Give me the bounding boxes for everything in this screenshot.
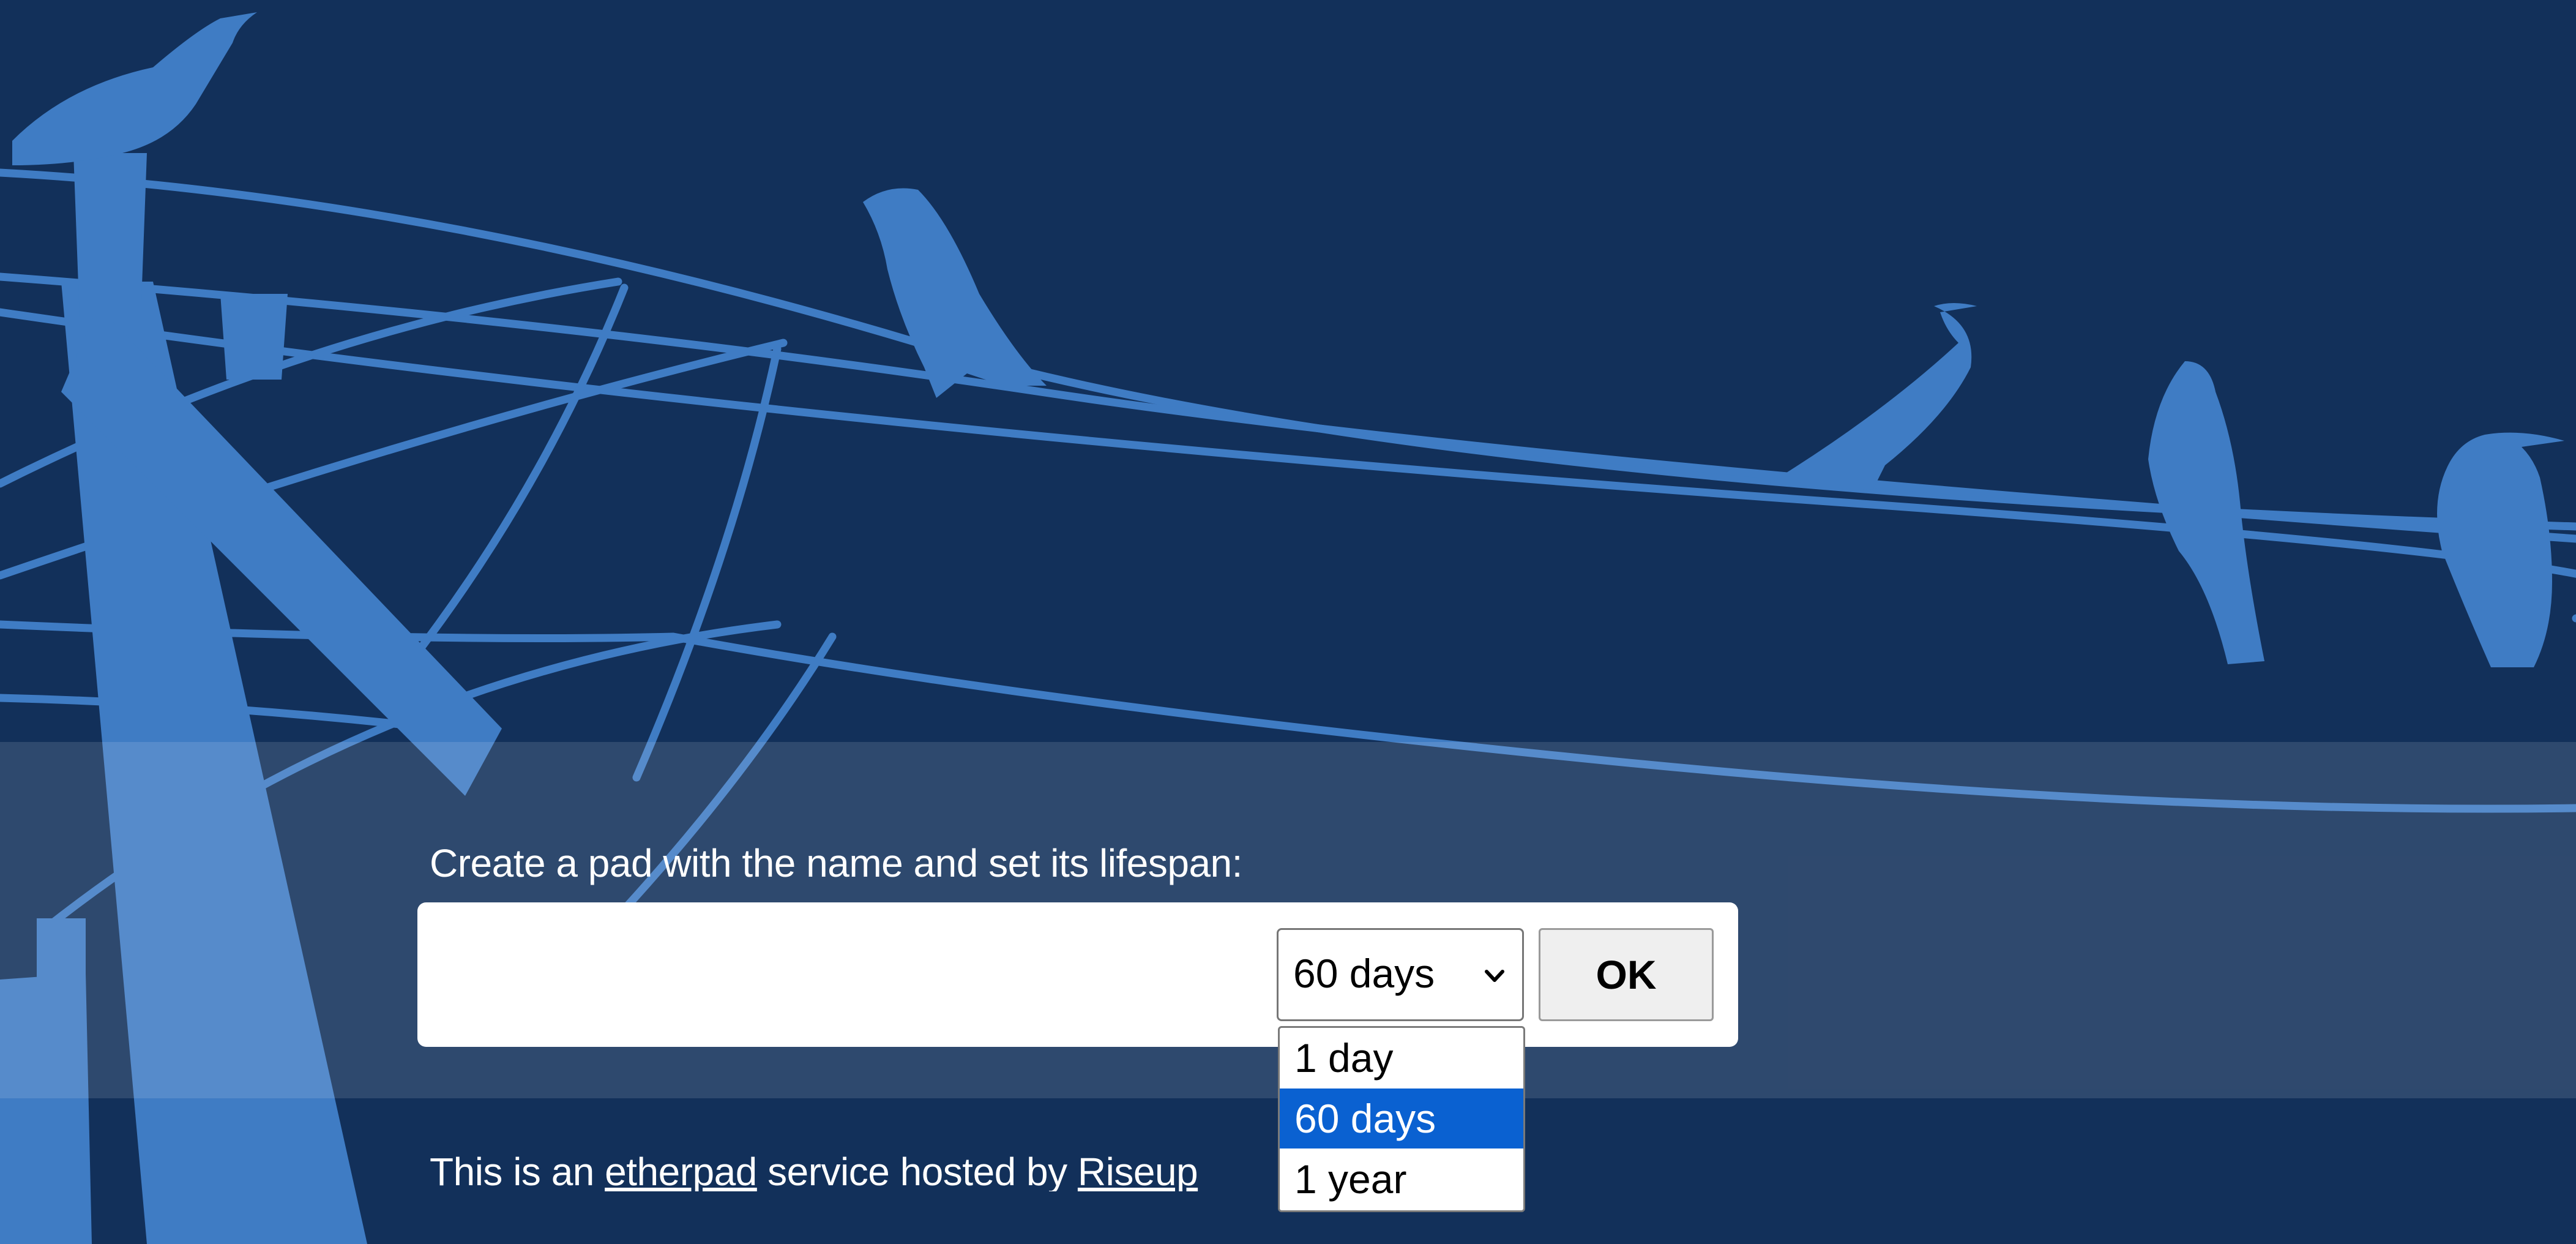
riseup-link[interactable]: Riseup — [1078, 1152, 1198, 1191]
create-pad-form: 60 days OK — [417, 902, 1738, 1047]
lifespan-option-1-day[interactable]: 1 day — [1280, 1028, 1523, 1088]
footer-middle: service hosted by — [756, 1152, 1078, 1191]
footer-prefix: This is an — [430, 1152, 605, 1191]
lifespan-selected-value: 60 days — [1293, 951, 1435, 996]
lifespan-select[interactable]: 60 days — [1277, 928, 1524, 1021]
ok-button[interactable]: OK — [1539, 928, 1714, 1021]
pad-name-input[interactable] — [435, 926, 1251, 1025]
etherpad-link[interactable]: etherpad — [605, 1152, 757, 1191]
chevron-down-icon — [1485, 970, 1504, 982]
footer-text: This is an etherpad service hosted by Ri… — [430, 1152, 1278, 1191]
lifespan-option-60-days[interactable]: 60 days — [1280, 1088, 1523, 1148]
lifespan-option-1-year[interactable]: 1 year — [1280, 1149, 1523, 1209]
lifespan-dropdown: 1 day 60 days 1 year — [1278, 1026, 1525, 1212]
create-pad-prompt: Create a pad with the name and set its l… — [430, 841, 1242, 885]
